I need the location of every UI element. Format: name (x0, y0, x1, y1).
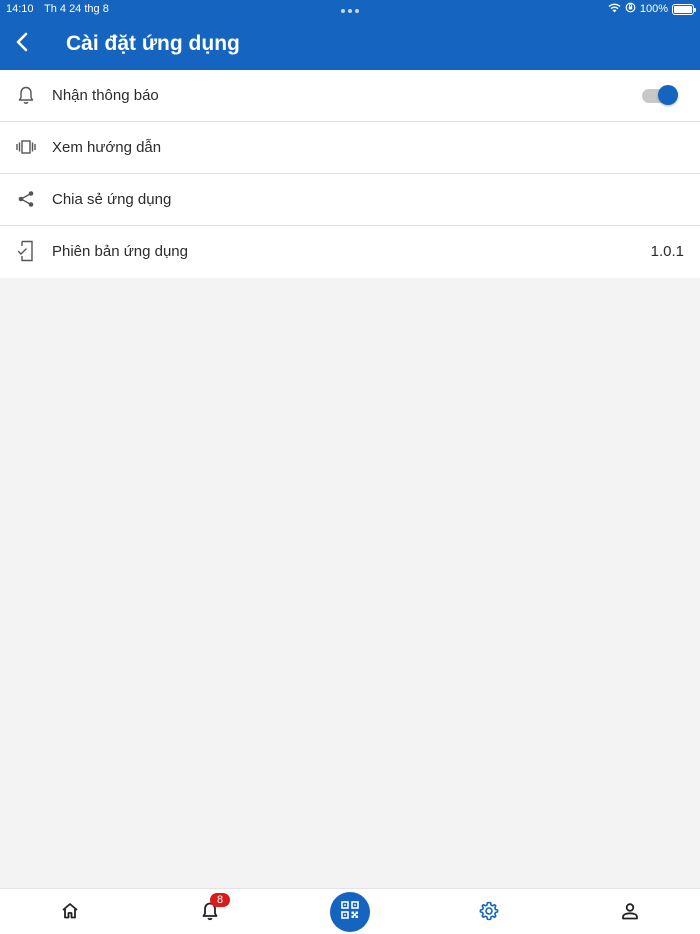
setting-label: Nhận thông báo (52, 87, 159, 104)
status-bar: 14:10 Th 4 24 thg 8 100% (0, 0, 700, 20)
setting-guide[interactable]: Xem hướng dẫn (0, 122, 700, 174)
status-date: Th 4 24 thg 8 (44, 3, 109, 15)
home-icon (61, 902, 79, 924)
setting-share[interactable]: Chia sẻ ứng dụng (0, 174, 700, 226)
header: Cài đặt ứng dụng (0, 22, 700, 68)
wifi-icon (608, 3, 621, 16)
qr-code-icon (341, 900, 359, 924)
nav-qr-scan[interactable] (330, 892, 370, 932)
nav-settings[interactable] (477, 901, 501, 925)
nav-account[interactable] (618, 901, 642, 925)
page-title: Cài đặt ứng dụng (66, 32, 240, 55)
bell-icon (16, 85, 36, 105)
multitask-dots-icon[interactable] (341, 9, 359, 13)
nav-notifications[interactable]: 8 (198, 893, 230, 925)
share-icon (16, 189, 36, 209)
app-bar: 14:10 Th 4 24 thg 8 100% Cài đặt ứng dụn… (0, 0, 700, 70)
battery-icon (672, 3, 696, 15)
setting-label: Chia sẻ ứng dụng (52, 191, 172, 208)
battery-percent: 100% (639, 3, 668, 15)
notifications-toggle[interactable] (642, 85, 678, 105)
notification-badge: 8 (210, 893, 230, 907)
chevron-left-icon (15, 32, 29, 57)
bottom-nav: 8 (0, 888, 700, 934)
setting-label: Phiên bản ứng dụng (52, 243, 188, 260)
setting-label: Xem hướng dẫn (52, 139, 162, 156)
person-icon (621, 902, 639, 925)
orientation-lock-icon (625, 2, 636, 16)
carousel-icon (16, 137, 36, 157)
back-button[interactable] (8, 30, 36, 58)
status-time: 14:10 (6, 3, 34, 15)
status-indicators: 100% (608, 2, 696, 16)
version-value: 1.0.1 (650, 243, 684, 260)
setting-version: Phiên bản ứng dụng 1.0.1 (0, 226, 700, 278)
setting-notifications[interactable]: Nhận thông báo (0, 70, 700, 122)
settings-list: Nhận thông báo Xem hướng dẫn Chia sẻ ứng… (0, 70, 700, 278)
phone-check-icon (16, 240, 36, 262)
nav-home[interactable] (58, 901, 82, 925)
gear-icon (479, 901, 499, 926)
